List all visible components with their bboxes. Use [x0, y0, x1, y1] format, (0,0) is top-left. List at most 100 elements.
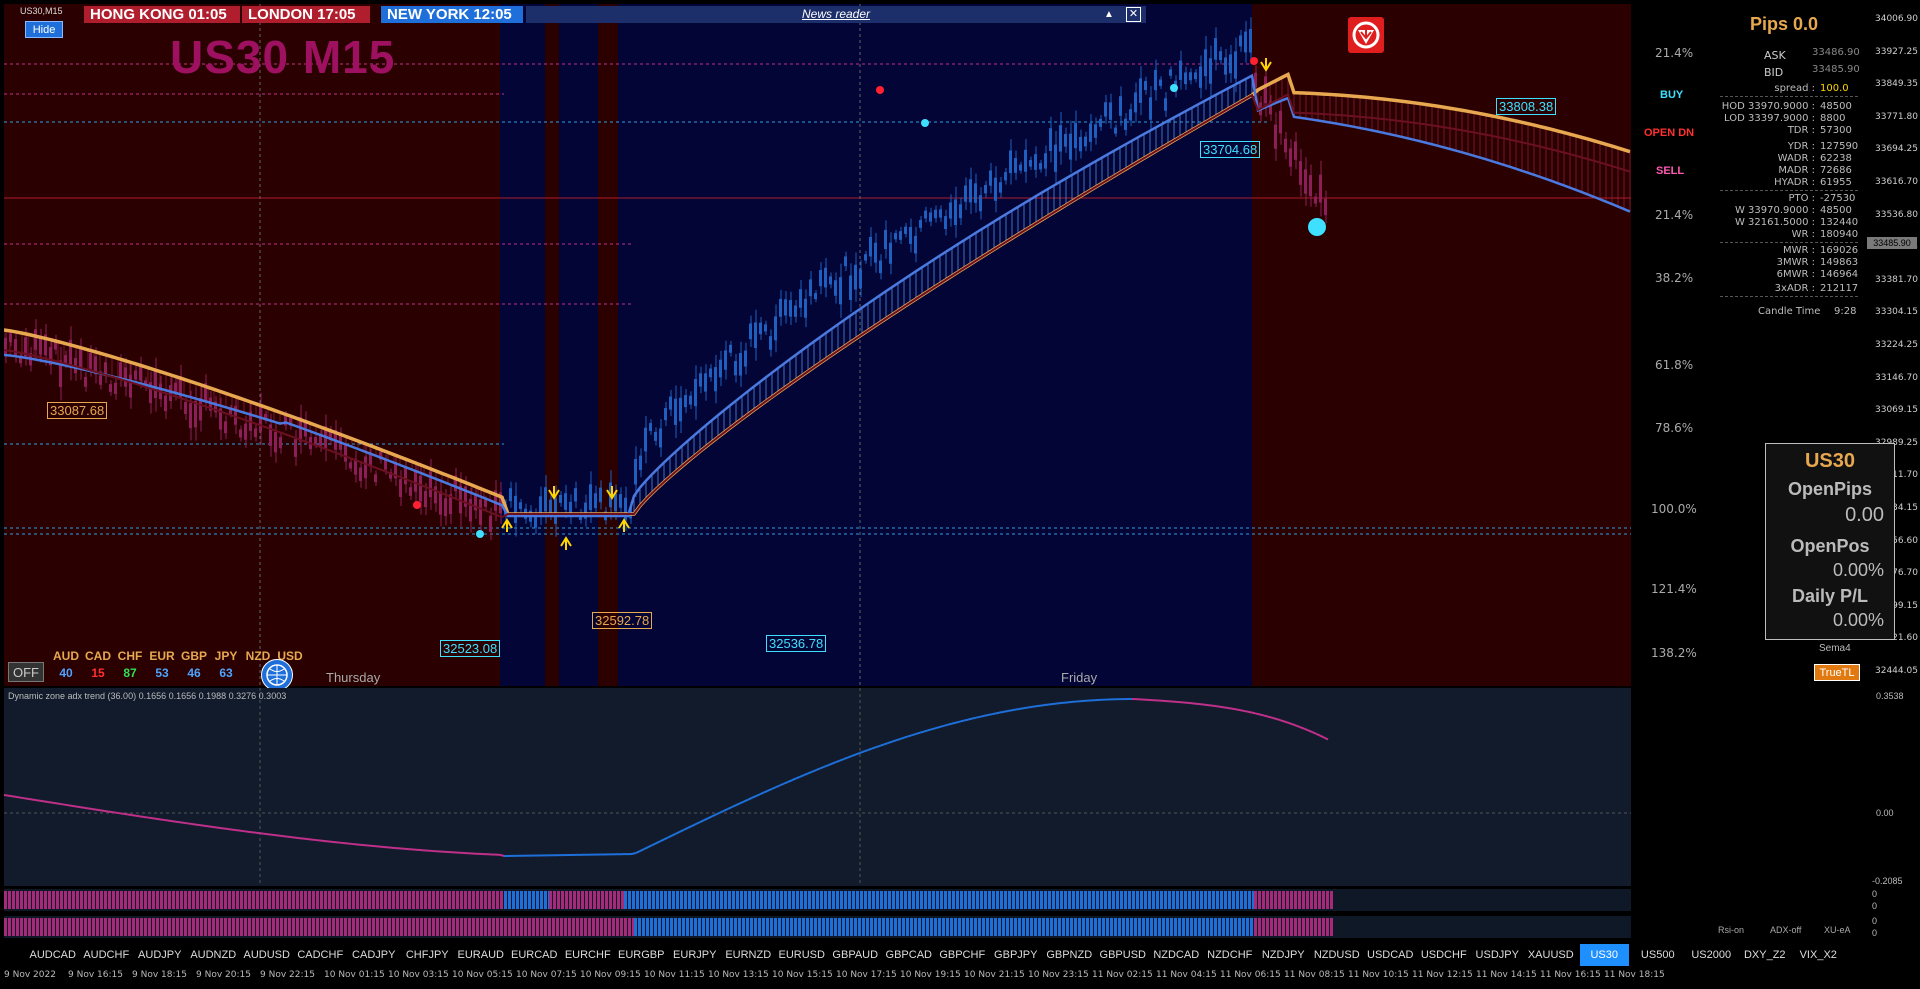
adx-line-segment — [751, 795, 757, 799]
trend-bar — [620, 918, 623, 936]
rsi-on-button[interactable]: Rsi-on — [1718, 925, 1744, 935]
hide-button[interactable]: Hide — [25, 21, 63, 38]
adx-line-segment — [711, 813, 717, 818]
symbol-button[interactable]: US2000 — [1687, 944, 1737, 966]
trend-bar — [716, 891, 719, 909]
triangle-up-icon[interactable]: ▲ — [1104, 6, 1114, 23]
symbol-button[interactable]: EURJPY — [670, 944, 720, 966]
symbol-button[interactable]: AUDUSD — [242, 944, 292, 966]
globe-icon[interactable] — [261, 659, 293, 691]
xu-ea-button[interactable]: XU-eA — [1824, 925, 1851, 935]
symbol-button[interactable]: USDCAD — [1366, 944, 1416, 966]
trend-bar — [996, 891, 999, 909]
trend-bar — [492, 918, 495, 936]
trend-bar — [1076, 891, 1079, 909]
symbol-button[interactable]: EURGBP — [617, 944, 667, 966]
news-reader-label[interactable]: News reader — [802, 6, 870, 23]
symbol-button[interactable]: NZDJPY — [1259, 944, 1309, 966]
symbol-button[interactable]: CADCHF — [296, 944, 346, 966]
symbol-button[interactable]: US30 — [1579, 944, 1629, 966]
trend-bar — [584, 918, 587, 936]
adx-line-segment — [727, 806, 733, 810]
symbol-button[interactable]: GBPCAD — [884, 944, 934, 966]
adx-line-segment — [931, 727, 937, 731]
symbol-button[interactable]: NZDCHF — [1205, 944, 1255, 966]
trend-bar — [192, 891, 195, 909]
trend-bar — [1262, 918, 1265, 936]
adx-line-segment — [211, 825, 217, 829]
symbol-button[interactable]: US500 — [1633, 944, 1683, 966]
symbol-button[interactable]: NZDUSD — [1312, 944, 1362, 966]
trend-bar — [638, 918, 641, 936]
candle-body — [509, 488, 512, 502]
candle-body — [1014, 158, 1017, 173]
panel-row-label: WADR : — [1777, 153, 1815, 164]
symbol-button[interactable]: AUDNZD — [189, 944, 239, 966]
trend-bar — [680, 891, 683, 909]
trend-bar — [1198, 918, 1201, 936]
symbol-button[interactable]: EURUSD — [777, 944, 827, 966]
main-chart[interactable] — [4, 4, 1631, 686]
symbol-button[interactable]: XAUUSD — [1526, 944, 1576, 966]
trend-bar — [180, 891, 183, 909]
symbol-button[interactable]: DXY_Z2 — [1740, 944, 1790, 966]
trend-bar — [800, 891, 803, 909]
symbol-button[interactable]: USDJPY — [1473, 944, 1523, 966]
symbol-button[interactable]: EURCHF — [563, 944, 613, 966]
candle-body — [404, 466, 407, 485]
candle-body — [959, 204, 962, 219]
symbol-button[interactable]: GBPNZD — [1045, 944, 1095, 966]
symbol-button[interactable]: AUDJPY — [135, 944, 185, 966]
symbol-button[interactable]: AUDCHF — [82, 944, 132, 966]
adx-line-segment — [1031, 705, 1037, 708]
candle-body — [659, 428, 662, 448]
symbol-button[interactable]: GBPUSD — [1098, 944, 1148, 966]
adx-line-segment — [63, 803, 69, 807]
trend-bar — [1262, 891, 1265, 909]
trend-bar — [1166, 918, 1169, 936]
adx-off-button[interactable]: ADX-off — [1770, 925, 1801, 935]
symbol-button[interactable]: VIX_X2 — [1794, 944, 1844, 966]
symbol-button[interactable]: EURNZD — [724, 944, 774, 966]
adx-line-segment — [651, 842, 657, 847]
symbol-button[interactable]: EURAUD — [456, 944, 506, 966]
candle-body — [709, 368, 712, 378]
truetl-button[interactable]: TrueTL — [1814, 664, 1860, 681]
symbol-button[interactable]: GBPJPY — [991, 944, 1041, 966]
news-reader-bar[interactable]: News reader ▲ ✕ — [526, 6, 1146, 23]
candle-body — [1039, 163, 1042, 170]
trend-bar — [1186, 918, 1189, 936]
adx-line-segment — [871, 746, 877, 750]
indicator-axis-zero: 0.00 — [1876, 808, 1894, 818]
adx-line-segment — [115, 811, 121, 815]
trend-bar — [1182, 918, 1185, 936]
trend-bar — [756, 891, 759, 909]
adx-line-segment — [967, 717, 973, 721]
time-axis-label: 10 Nov 03:15 — [388, 970, 449, 980]
candle-body — [1169, 69, 1172, 76]
close-icon[interactable]: ✕ — [1126, 7, 1141, 22]
trend-bar — [1232, 891, 1235, 909]
symbol-button[interactable]: NZDCAD — [1152, 944, 1202, 966]
candle-body — [554, 498, 557, 524]
symbol-button[interactable]: EURCAD — [510, 944, 560, 966]
trend-bar — [1048, 891, 1051, 909]
trend-bar — [440, 918, 443, 936]
symbol-button[interactable]: CHFJPY — [403, 944, 453, 966]
candle-body — [754, 322, 757, 349]
symbol-button[interactable]: CADJPY — [349, 944, 399, 966]
indicator-chart[interactable] — [3, 688, 1631, 886]
adx-line-segment — [819, 765, 825, 770]
symbol-button[interactable]: GBPCHF — [938, 944, 988, 966]
panel-row-label: TDR : — [1787, 125, 1815, 136]
trend-bar — [553, 891, 556, 909]
trend-bar — [794, 918, 797, 936]
adx-line-segment — [1259, 713, 1265, 717]
candle-body — [964, 185, 967, 202]
symbol-button[interactable]: USDCHF — [1419, 944, 1469, 966]
symbol-button[interactable]: GBPAUD — [831, 944, 881, 966]
symbol-button[interactable]: AUDCAD — [28, 944, 78, 966]
trend-bar — [1102, 918, 1105, 936]
off-button[interactable]: OFF — [8, 662, 44, 682]
trend-bar — [1258, 918, 1261, 936]
